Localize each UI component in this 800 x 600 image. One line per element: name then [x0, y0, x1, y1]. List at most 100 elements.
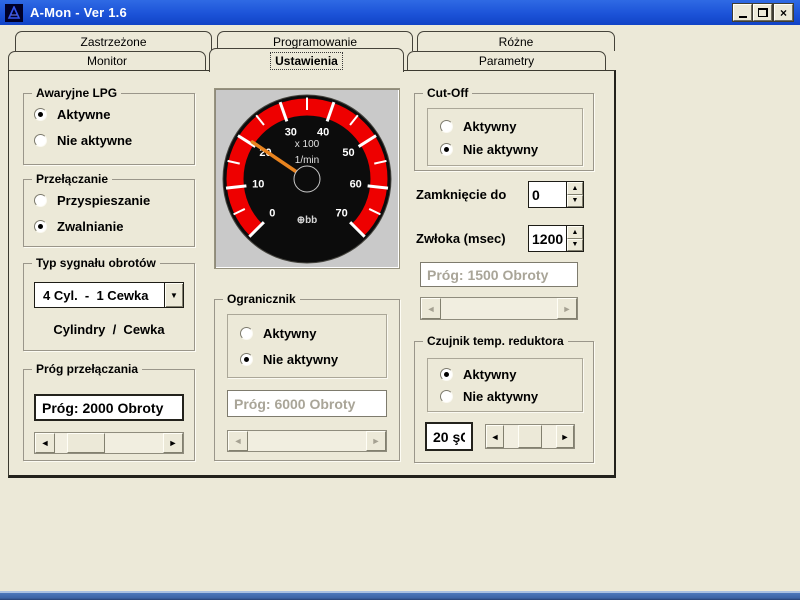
zwloka-value-field[interactable]: [529, 226, 566, 251]
window-title: A-Mon - Ver 1.6: [30, 5, 127, 20]
title-bar: A-Mon - Ver 1.6 ×: [0, 0, 800, 25]
tachometer-gauge: 010203040506070x 1001/min⊕bb: [222, 94, 392, 264]
tab-label: Parametry: [478, 54, 535, 68]
temperature-field[interactable]: [425, 422, 473, 451]
tab-zastrzezone[interactable]: Zastrzeżone: [15, 31, 212, 51]
radio-button-icon: [34, 219, 47, 233]
spin-up-button[interactable]: ▲: [567, 182, 583, 195]
prog-przelaczania-field[interactable]: [34, 394, 184, 421]
close-icon: ×: [779, 5, 787, 20]
group-czujnik-temp: Czujnik temp. reduktora Aktywny Nie akty…: [414, 334, 594, 463]
group-title: Typ sygnału obrotów: [32, 256, 160, 270]
scroll-left-button: ◄: [421, 298, 441, 319]
scrollbar-track[interactable]: [55, 433, 163, 453]
radio-zwalnianie[interactable]: Zwalnianie: [34, 218, 123, 234]
svg-text:1/min: 1/min: [295, 155, 319, 166]
svg-text:30: 30: [285, 127, 297, 139]
radio-label: Aktywny: [263, 325, 317, 341]
window-bottom-border: [0, 591, 800, 600]
radio-awaryjne-aktywne[interactable]: Aktywne: [34, 106, 110, 122]
scroll-right-button: ►: [366, 431, 386, 451]
ogranicznik-prog-field: [227, 390, 387, 417]
radio-label: Aktywny: [463, 118, 517, 134]
radio-awaryjne-nie-aktywne[interactable]: Nie aktywne: [34, 132, 132, 148]
radio-button-icon: [34, 193, 47, 207]
spin-down-button[interactable]: ▼: [567, 194, 583, 207]
radio-cutoff-aktywny[interactable]: Aktywny: [440, 118, 516, 134]
svg-text:40: 40: [317, 127, 329, 139]
radio-label: Aktywny: [463, 366, 517, 382]
tab-label: Zastrzeżone: [80, 34, 147, 49]
group-prog-przelaczania: Próg przełączania ◄ ►: [23, 362, 195, 461]
tab-monitor[interactable]: Monitor: [8, 51, 206, 70]
radio-label: Nie aktywny: [463, 388, 539, 404]
radio-button-icon: [34, 133, 47, 147]
scroll-right-button[interactable]: ►: [556, 425, 574, 448]
spin-up-button[interactable]: ▲: [567, 226, 583, 239]
tab-label: Ustawienia: [270, 51, 343, 70]
zwloka-label: Zwłoka (msec): [416, 231, 506, 246]
czujnik-options-panel: Aktywny Nie aktywny: [427, 358, 583, 412]
spin-down-button[interactable]: ▼: [567, 238, 583, 251]
group-title: Przełączanie: [32, 172, 113, 186]
cutoff-scrollbar: ◄ ►: [420, 297, 578, 320]
radio-ogranicznik-nie-aktywny[interactable]: Nie aktywny: [240, 351, 338, 367]
zamkniecie-value-field[interactable]: [529, 182, 566, 207]
radio-button-icon: [440, 142, 453, 156]
tab-ustawienia[interactable]: Ustawienia: [209, 48, 404, 72]
radio-label: Nie aktywny: [463, 141, 539, 157]
scrollbar-thumb[interactable]: [518, 425, 542, 448]
radio-label: Nie aktywne: [57, 132, 133, 148]
group-przelaczanie: Przełączanie Przyspieszanie Zwalnianie: [23, 172, 195, 247]
scroll-left-button[interactable]: ◄: [35, 433, 55, 453]
group-ogranicznik: Ogranicznik Aktywny Nie aktywny ◄ ►: [214, 292, 400, 461]
radio-cutoff-nie-aktywny[interactable]: Nie aktywny: [440, 141, 538, 157]
radio-przyspieszanie[interactable]: Przyspieszanie: [34, 192, 150, 208]
radio-czujnik-aktywny[interactable]: Aktywny: [440, 366, 516, 382]
group-title: Ogranicznik: [223, 292, 300, 306]
scroll-left-button[interactable]: ◄: [486, 425, 504, 448]
scrollbar-thumb[interactable]: [67, 433, 105, 453]
svg-text:⊕bb: ⊕bb: [297, 215, 318, 226]
radio-button-icon: [440, 389, 453, 403]
svg-text:70: 70: [336, 208, 348, 220]
scrollbar-track[interactable]: [504, 425, 556, 448]
ogranicznik-options-panel: Aktywny Nie aktywny: [227, 314, 387, 378]
radio-label: Zwalnianie: [57, 218, 124, 234]
zamkniecie-spinedit: ▲ ▼: [528, 181, 584, 208]
radio-button-icon: [34, 107, 47, 121]
radio-label: Przyspieszanie: [57, 192, 151, 208]
cutoff-options-panel: Aktywny Nie aktywny: [427, 108, 583, 166]
svg-text:50: 50: [342, 147, 354, 159]
temperature-scrollbar: ◄ ►: [485, 424, 575, 449]
svg-text:0: 0: [269, 208, 275, 220]
radio-label: Aktywne: [57, 106, 111, 122]
scroll-right-button[interactable]: ►: [163, 433, 183, 453]
radio-ogranicznik-aktywny[interactable]: Aktywny: [240, 325, 316, 341]
settings-page: Awaryjne LPG Aktywne Nie aktywne Przełąc…: [8, 70, 616, 478]
prog-przelaczania-scrollbar: ◄ ►: [34, 432, 184, 454]
group-title: Czujnik temp. reduktora: [423, 334, 568, 348]
group-title: Próg przełączania: [32, 362, 143, 376]
svg-text:x 100: x 100: [295, 139, 320, 150]
cylinder-signal-combobox[interactable]: 4 Cyl. - 1 Cewka ▼: [34, 282, 184, 308]
restore-button[interactable]: [753, 4, 772, 21]
close-button[interactable]: ×: [774, 4, 793, 21]
tab-label: Programowanie: [272, 34, 358, 49]
tab-parametry[interactable]: Parametry: [407, 51, 606, 70]
tab-rozne[interactable]: Różne: [417, 31, 615, 51]
radio-button-icon: [440, 367, 453, 381]
zwloka-spinedit: ▲ ▼: [528, 225, 584, 252]
combobox-dropdown-button[interactable]: ▼: [164, 283, 183, 307]
tab-label: Różne: [498, 34, 534, 49]
minimize-button[interactable]: [733, 4, 752, 21]
cutoff-prog-field: [420, 262, 578, 287]
zamkniecie-label: Zamknięcie do: [416, 187, 507, 202]
svg-text:60: 60: [350, 178, 362, 190]
group-typ-sygnalu: Typ sygnału obrotów 4 Cyl. - 1 Cewka ▼ C…: [23, 256, 195, 351]
ogranicznik-scrollbar: ◄ ►: [227, 430, 387, 452]
radio-czujnik-nie-aktywny[interactable]: Nie aktywny: [440, 388, 538, 404]
scroll-right-button: ►: [557, 298, 577, 319]
radio-button-icon: [240, 352, 253, 366]
tachometer-panel: 010203040506070x 1001/min⊕bb: [214, 88, 400, 269]
